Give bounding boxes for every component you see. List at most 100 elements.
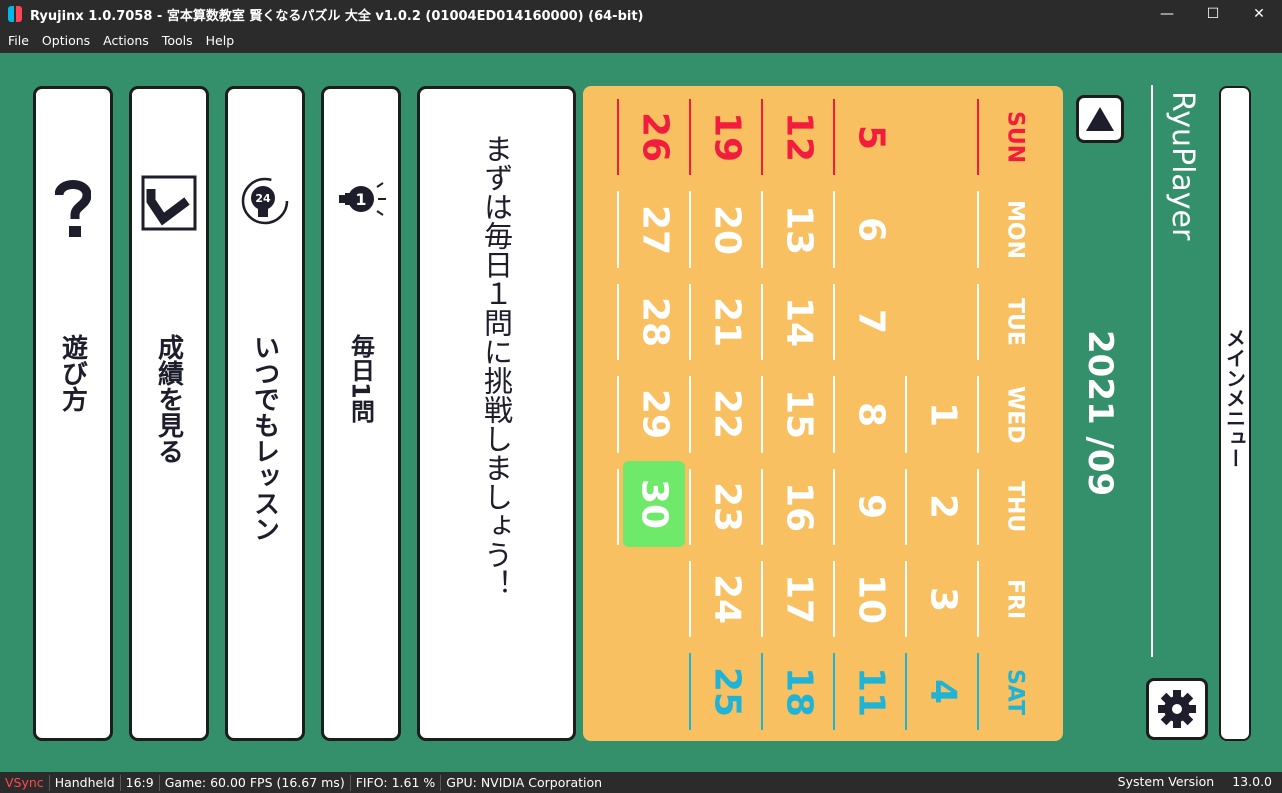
- calendar-divider: [617, 99, 619, 176]
- minimize-button[interactable]: —: [1144, 0, 1190, 28]
- calendar-divider: [977, 468, 979, 545]
- calendar-divider: [833, 191, 835, 268]
- close-button[interactable]: ✕: [1236, 0, 1282, 28]
- weekday-tue: TUE: [1002, 298, 1028, 346]
- calendar-divider: [977, 376, 979, 453]
- view-results-button[interactable]: 成績を見る: [129, 86, 209, 741]
- system-version-value: 13.0.0: [1232, 774, 1272, 789]
- calendar-day[interactable]: 24: [697, 553, 757, 645]
- calendar-day[interactable]: 26: [625, 91, 685, 183]
- player-name: RyuPlayer: [1165, 91, 1200, 241]
- game-fps-status: Game: 60.00 FPS (16.67 ms): [160, 774, 351, 791]
- anytime-lesson-label: いつでもレッスン: [249, 334, 280, 542]
- calendar-divider: [617, 191, 619, 268]
- calendar-day[interactable]: 20: [697, 183, 757, 275]
- game-viewport[interactable]: 遊び方 成績を見る 24 いつでもレッスン 1 毎日1問 まずは毎日１問に挑戦し…: [0, 53, 1282, 772]
- calendar-day[interactable]: 4: [913, 645, 973, 737]
- scroll-up-button[interactable]: [1076, 95, 1124, 143]
- weekday-sun: SUN: [1002, 111, 1028, 164]
- menu-bar: File Options Actions Tools Help: [0, 28, 1282, 52]
- menu-help[interactable]: Help: [201, 33, 240, 48]
- calendar-divider: [977, 561, 979, 638]
- calendar-divider: [761, 376, 763, 453]
- daily-message-panel: まずは毎日１問に挑戦しましょう！: [417, 86, 576, 741]
- calendar-divider: [689, 99, 691, 176]
- settings-button[interactable]: [1146, 678, 1208, 740]
- calendar-divider: [689, 191, 691, 268]
- menu-options[interactable]: Options: [37, 33, 95, 48]
- calendar-day[interactable]: 3: [913, 553, 973, 645]
- calendar-day[interactable]: 27: [625, 183, 685, 275]
- calendar-divider: [833, 468, 835, 545]
- ryujinx-logo-icon: [8, 6, 22, 22]
- calendar-day[interactable]: 14: [769, 276, 829, 368]
- how-to-play-label: 遊び方: [57, 334, 88, 412]
- daily-message-text: まずは毎日１問に挑戦しましょう！: [479, 134, 514, 598]
- maximize-button[interactable]: ☐: [1190, 0, 1236, 28]
- calendar-day[interactable]: 16: [769, 461, 829, 553]
- main-menu-label: メインメニュー: [1222, 328, 1247, 468]
- vsync-toggle[interactable]: VSync: [0, 774, 50, 791]
- calendar-divider: [905, 561, 907, 638]
- menu-actions[interactable]: Actions: [98, 33, 154, 48]
- calendar-day[interactable]: 11: [841, 645, 901, 737]
- calendar-day[interactable]: 22: [697, 368, 757, 460]
- calendar-day[interactable]: 8: [841, 368, 901, 460]
- weekday-thu: THU: [1002, 481, 1028, 533]
- calendar-day[interactable]: 9: [841, 461, 901, 553]
- view-results-label: 成績を見る: [153, 334, 184, 464]
- bulb-24-icon: 24: [239, 175, 291, 231]
- calendar-divider: [977, 653, 979, 730]
- calendar-day[interactable]: 6: [841, 183, 901, 275]
- calendar-day[interactable]: 28: [625, 276, 685, 368]
- calendar-divider: [689, 376, 691, 453]
- calendar-day[interactable]: 23: [697, 461, 757, 553]
- main-menu-button[interactable]: メインメニュー: [1219, 86, 1251, 741]
- aspect-ratio-status[interactable]: 16:9: [121, 774, 160, 791]
- anytime-lesson-button[interactable]: 24 いつでもレッスン: [225, 86, 305, 741]
- calendar-divider: [761, 653, 763, 730]
- calendar-day[interactable]: 5: [841, 91, 901, 183]
- bulb-1-number: 1: [355, 190, 366, 209]
- calendar-divider: [977, 283, 979, 361]
- calendar-divider: [905, 376, 907, 453]
- calendar-divider: [761, 468, 763, 545]
- docked-mode-status[interactable]: Handheld: [50, 774, 121, 791]
- calendar-day[interactable]: 12: [769, 91, 829, 183]
- calendar-panel: SUN MON TUE WED THU FRI SAT 1 2 3 4 5 6 7 8 9 10 11 12 13 14…: [583, 86, 1063, 741]
- calendar-day[interactable]: 2: [913, 461, 973, 553]
- calendar-divider: [905, 653, 907, 730]
- calendar-divider: [977, 99, 979, 176]
- calendar-day[interactable]: 13: [769, 183, 829, 275]
- menu-tools[interactable]: Tools: [157, 33, 198, 48]
- bulb-24-number: 24: [255, 192, 271, 205]
- weekday-mon: MON: [1002, 200, 1028, 260]
- question-mark-icon: [54, 179, 92, 243]
- calendar-day[interactable]: 18: [769, 645, 829, 737]
- calendar-divider: [833, 99, 835, 176]
- calendar-day[interactable]: 19: [697, 91, 757, 183]
- daily-question-button[interactable]: 1 毎日1問: [321, 86, 401, 741]
- calendar-day[interactable]: 17: [769, 553, 829, 645]
- calendar-day[interactable]: 1: [913, 368, 973, 460]
- calendar-day-today[interactable]: 30: [623, 460, 685, 547]
- checkmark-box-icon: [141, 175, 197, 235]
- month-label: 2021 /09: [1080, 329, 1120, 497]
- calendar-day[interactable]: 21: [697, 276, 757, 368]
- weekday-fri: FRI: [1002, 579, 1028, 620]
- gear-icon: [1158, 690, 1196, 728]
- gpu-status: GPU: NVIDIA Corporation: [446, 774, 603, 790]
- calendar-day[interactable]: 15: [769, 368, 829, 460]
- calendar-day[interactable]: 25: [697, 645, 757, 737]
- calendar-day[interactable]: 29: [625, 368, 685, 460]
- menu-file[interactable]: File: [3, 33, 34, 48]
- triangle-up-icon: [1086, 107, 1114, 131]
- how-to-play-button[interactable]: 遊び方: [33, 86, 113, 741]
- calendar-divider: [617, 376, 619, 453]
- calendar-divider: [833, 283, 835, 361]
- title-bar: Ryujinx 1.0.7058 - 宮本算数教室 賢くなるパズル 大全 v1.…: [0, 0, 1282, 28]
- calendar-divider: [689, 653, 691, 730]
- calendar-day[interactable]: 7: [841, 276, 901, 368]
- calendar-divider: [689, 561, 691, 638]
- calendar-day[interactable]: 10: [841, 553, 901, 645]
